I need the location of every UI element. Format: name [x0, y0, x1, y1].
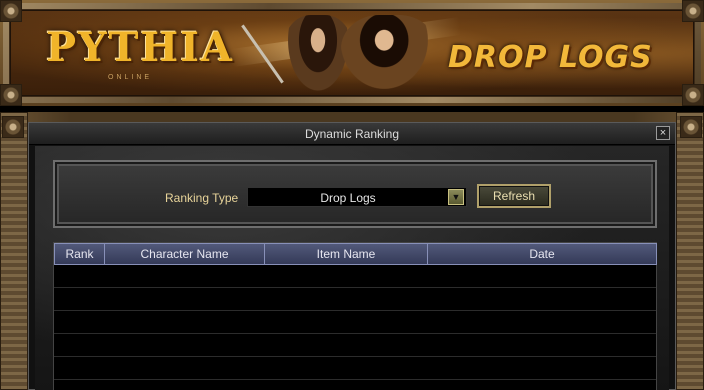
corner-ornament-icon: [682, 0, 704, 22]
corner-ornament-icon: [682, 84, 704, 106]
ranking-table: Rank Character Name Item Name Date: [53, 242, 657, 390]
refresh-button[interactable]: Refresh: [477, 184, 551, 208]
window-titlebar[interactable]: Dynamic Ranking ×: [29, 123, 675, 145]
ranking-type-value: Drop Logs: [320, 191, 376, 205]
game-logo: PYTHIA: [46, 24, 234, 71]
character-art-male: [341, 15, 437, 95]
right-frame-border: [676, 112, 704, 390]
window-body: Ranking Type Drop Logs ▼ Refresh Rank Ch…: [35, 146, 669, 390]
column-header-date[interactable]: Date: [428, 243, 657, 265]
window-title: Dynamic Ranking: [304, 127, 400, 141]
corner-ornament-icon: [0, 84, 22, 106]
corner-ornament-icon: [0, 0, 22, 22]
header-banner: PYTHIA ONLINE DROP LOGS: [0, 0, 704, 106]
column-header-character-name[interactable]: Character Name: [105, 243, 265, 265]
corner-ornament-icon: [680, 116, 702, 138]
close-icon[interactable]: ×: [656, 126, 670, 140]
left-frame-border: [0, 112, 28, 390]
table-header: Rank Character Name Item Name Date: [54, 243, 657, 265]
ranking-type-select[interactable]: Drop Logs ▼: [247, 187, 467, 207]
filter-controls: Ranking Type Drop Logs ▼ Refresh: [53, 160, 657, 228]
column-header-rank[interactable]: Rank: [54, 243, 105, 265]
table-row[interactable]: [54, 311, 656, 334]
ranking-type-label: Ranking Type: [165, 191, 239, 205]
chevron-down-icon[interactable]: ▼: [448, 189, 464, 205]
table-row[interactable]: [54, 357, 656, 380]
banner-title: DROP LOGS: [448, 40, 653, 75]
ranking-panel: Dynamic Ranking × Ranking Type Drop Logs…: [0, 112, 704, 390]
table-row[interactable]: [54, 288, 656, 311]
table-row[interactable]: [54, 334, 656, 357]
game-logo-subtitle: ONLINE: [108, 74, 153, 81]
corner-ornament-icon: [2, 116, 24, 138]
table-row[interactable]: [54, 265, 656, 288]
column-header-item-name[interactable]: Item Name: [265, 243, 428, 265]
dynamic-ranking-window: Dynamic Ranking × Ranking Type Drop Logs…: [28, 122, 676, 390]
